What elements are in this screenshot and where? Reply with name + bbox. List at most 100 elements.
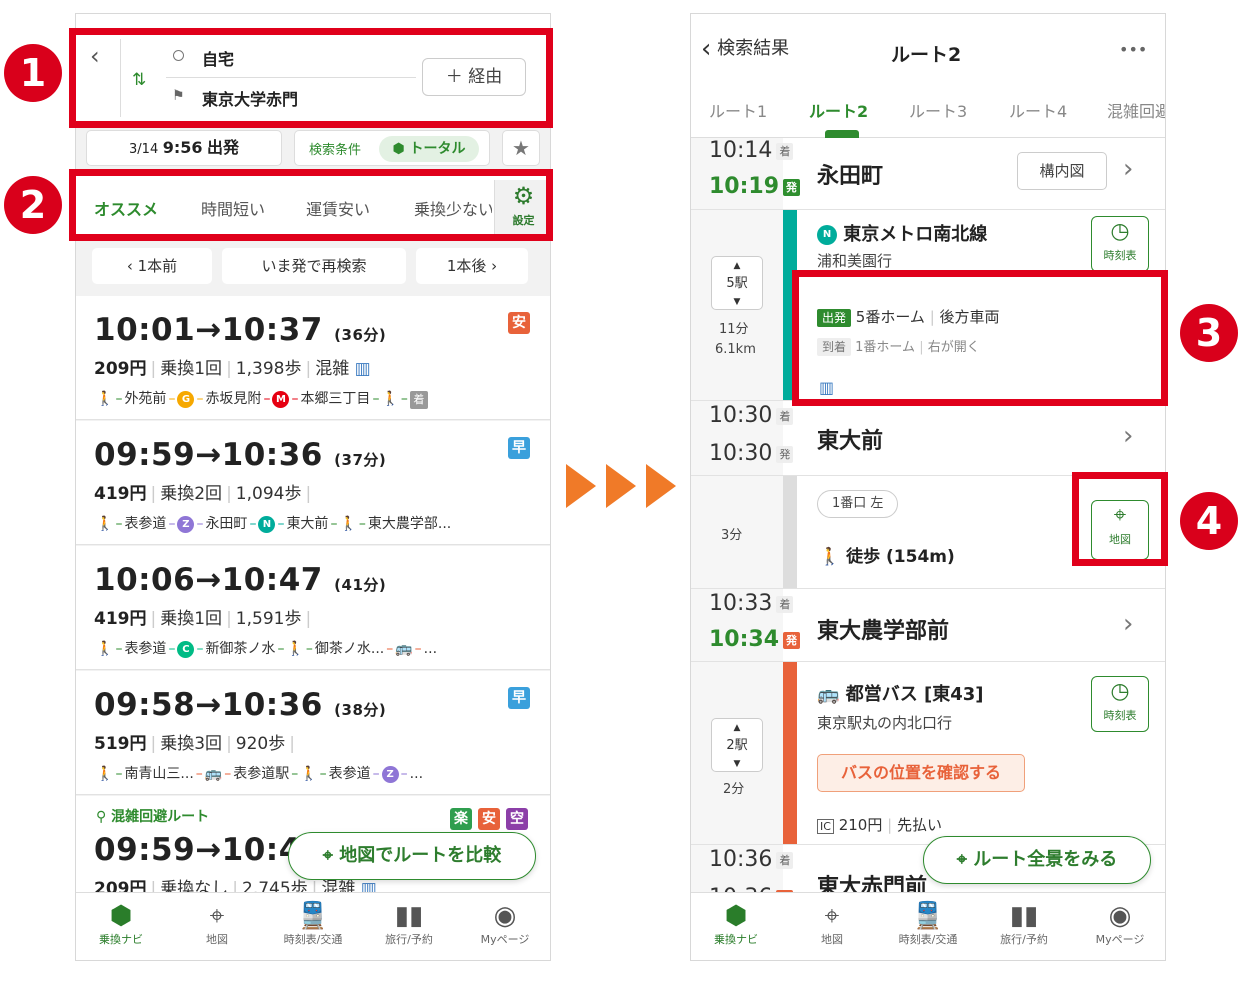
- tab-recommended[interactable]: オススメ: [94, 196, 158, 220]
- timetable-icon: 🚆: [911, 901, 945, 931]
- tab-timetable[interactable]: 🚆 時刻表/交通: [883, 901, 973, 947]
- tab-fewest-transfers[interactable]: 乗換少ない: [414, 196, 492, 220]
- check-bus-location-button[interactable]: バスの位置を確認する: [817, 754, 1025, 792]
- tab-map[interactable]: ⌖ 地図: [172, 901, 262, 947]
- page-title: ルート2: [891, 44, 962, 66]
- tab-travel[interactable]: ▮▮ 旅行/予約: [364, 901, 454, 947]
- walk-icon: 🚶: [96, 516, 114, 532]
- walk-icon: 🚶: [96, 391, 114, 407]
- tab-map[interactable]: ⌖ 地図: [787, 901, 877, 947]
- marker-4: 4: [1180, 492, 1238, 550]
- walk-icon: 🚶: [286, 641, 304, 657]
- swap-icon[interactable]: ⇅: [132, 70, 146, 90]
- origin-field[interactable]: 自宅: [202, 46, 234, 70]
- prev-train-button[interactable]: ‹ 1本前: [92, 248, 212, 284]
- route-path: 🚶 – 南青山三... – 🚌 – 表参道駅 – 🚶 – 表参道 – Z –...: [96, 765, 424, 783]
- clock-icon: ◷: [1110, 679, 1130, 704]
- search-condition-button[interactable]: 検索条件 ⬢ トータル: [294, 130, 490, 166]
- route-times: 09:58→10:36 (38分): [94, 687, 387, 723]
- via-button[interactable]: ＋ 経由: [422, 58, 526, 96]
- timetable-button[interactable]: ◷ 時刻表: [1091, 216, 1149, 272]
- tab-avoid-crowd[interactable]: 混雑回避: [1107, 98, 1165, 122]
- tab-route3[interactable]: ルート3: [909, 98, 967, 122]
- stations-stepper[interactable]: ▲ 5駅 ▼: [711, 256, 763, 310]
- route-times: 10:01→10:37 (36分): [94, 312, 387, 348]
- bus-fare: IC 210円 | 先払い: [817, 814, 942, 835]
- compare-on-map-button[interactable]: ⌖ 地図でルートを比較: [288, 832, 536, 880]
- research-now-button[interactable]: いま発で再検索: [222, 248, 406, 284]
- arrows-icon: [566, 464, 676, 508]
- depart-time-button[interactable]: 3/14 9:56 出発: [86, 130, 282, 166]
- route-card-3[interactable]: 10:06→10:47 (41分) 419円 | 乗換1回 | 1,591歩 | 🚶 – 表参…: [76, 546, 550, 670]
- transit-navi-icon: ⬢: [109, 901, 133, 931]
- bus-icon: 🚌: [817, 684, 840, 705]
- ticket-icon: ▮▮: [1009, 901, 1039, 931]
- next-train-button[interactable]: 1本後 ›: [416, 248, 528, 284]
- route-fare: 419円 | 乗換2回 | 1,094歩 |: [94, 484, 312, 504]
- ticket-icon: ▮▮: [394, 901, 424, 931]
- back-icon[interactable]: ‹: [90, 42, 100, 70]
- route-fare: 519円 | 乗換3回 | 920歩 |: [94, 734, 295, 754]
- route-fare: 419円 | 乗換1回 | 1,591歩 |: [94, 609, 312, 629]
- destination-field[interactable]: 東京大学赤門: [202, 86, 298, 110]
- tab-travel[interactable]: ▮▮ 旅行/予約: [979, 901, 1069, 947]
- settings-button[interactable]: ⚙ 設定: [494, 180, 550, 234]
- search-header: ‹ ⇅ 自宅 ⚑ 東京大学赤門 ＋ 経由: [76, 14, 550, 126]
- station-row-nagatacho[interactable]: 10:14 着 10:19 発 永田町 構内図 ›: [691, 138, 1165, 210]
- fast-badge: 早: [508, 687, 530, 709]
- segment-bus: ▲ 2駅 ▼ 2分 🚌 都営バス [東43] 東京駅丸の内北口行 ◷ 時刻表 バスの位…: [691, 662, 1165, 844]
- stations-stepper[interactable]: ▲ 2駅 ▼: [711, 718, 763, 772]
- hanzomon-line-icon: Z: [177, 515, 195, 533]
- tab-cheapest[interactable]: 運賃安い: [306, 196, 370, 220]
- route-fare: 209円 | 乗換1回 | 1,398歩 | 混雑 ▥: [94, 359, 371, 379]
- route-card-2[interactable]: 09:59→10:36 (37分) 早 419円 | 乗換2回 | 1,094歩 | 🚶 –…: [76, 421, 550, 545]
- station-map-button[interactable]: 構内図: [1017, 152, 1107, 190]
- origin-dot-icon: [173, 50, 184, 61]
- walk-icon: 🚶: [96, 641, 114, 657]
- arrival-mark: 着: [409, 391, 428, 409]
- bus-name: 🚌 都営バス [東43]: [817, 684, 984, 705]
- segment-walk: 3分 1番口 左 🚶 徒歩 (154m) ⌖ 地図: [691, 476, 1165, 588]
- chevron-right-icon: ›: [1123, 154, 1134, 184]
- view-full-route-button[interactable]: ⌖ ルート全景をみる: [923, 836, 1151, 884]
- bus-icon: 🚌: [395, 641, 413, 657]
- map-pin-icon: ⌖: [1113, 503, 1127, 528]
- walk-icon: 🚶: [381, 391, 399, 407]
- user-icon: ◉: [493, 901, 517, 931]
- walk-map-button[interactable]: ⌖ 地図: [1091, 500, 1149, 560]
- cheap-badge: 安: [508, 312, 530, 334]
- tab-fastest[interactable]: 時間短い: [201, 196, 265, 220]
- bottom-tab-bar: ⬢ 乗換ナビ ⌖ 地図 🚆 時刻表/交通 ▮▮ 旅行/予約 ◉ Myページ: [76, 892, 550, 960]
- tab-route2[interactable]: ルート2: [809, 98, 868, 122]
- tab-timetable[interactable]: 🚆 時刻表/交通: [268, 901, 358, 947]
- station-row-todaimae[interactable]: 10:30 着 10:30 発 東大前 ›: [691, 400, 1165, 476]
- location-pin-icon: ⚲: [96, 809, 107, 825]
- chevron-right-icon: ›: [486, 257, 498, 275]
- flag-icon: ⚑: [172, 88, 185, 104]
- clock-icon: ◷: [1110, 219, 1130, 244]
- route-card-1[interactable]: 10:01→10:37 (36分) 安 209円 | 乗換1回 | 1,398歩 | 混雑 …: [76, 296, 550, 420]
- exit-tag: 1番口 左: [817, 490, 899, 518]
- tab-route4[interactable]: ルート4: [1009, 98, 1067, 122]
- route-path: 🚶 – 表参道 – C – 新御茶ノ水 – 🚶 – 御茶ノ水... – 🚌 –...: [96, 640, 438, 658]
- tab-route1[interactable]: ルート1: [709, 98, 767, 122]
- chiyoda-line-icon: C: [177, 640, 195, 658]
- namboku-line-icon: N: [817, 225, 837, 245]
- chevron-left-icon: ‹: [701, 34, 712, 64]
- tab-transit-navi[interactable]: ⬢ 乗換ナビ: [691, 901, 781, 947]
- station-row-nougakubu[interactable]: 10:33 着 10:34 発 東大農学部前 ›: [691, 588, 1165, 662]
- route-path: 🚶 – 表参道 – Z – 永田町 – N – 東大前 – 🚶 – 東大農学部...: [96, 515, 452, 533]
- vacant-badge: 空: [506, 808, 528, 830]
- tab-mypage[interactable]: ◉ Myページ: [1075, 901, 1165, 947]
- chevron-right-icon: ›: [1123, 421, 1134, 451]
- tab-transit-navi[interactable]: ⬢ 乗換ナビ: [76, 901, 166, 947]
- timetable-button[interactable]: ◷ 時刻表: [1091, 676, 1149, 732]
- route-card-4[interactable]: 09:58→10:36 (38分) 早 519円 | 乗換3回 | 920歩 | 🚶 – 南青…: [76, 671, 550, 795]
- marker-1: 1: [4, 44, 62, 102]
- favorite-star-icon[interactable]: ★: [502, 130, 540, 166]
- more-icon[interactable]: •••: [1119, 40, 1147, 59]
- back-to-results-button[interactable]: ‹ 検索結果: [701, 34, 789, 64]
- segment-namboku: ▲ 5駅 ▼ 11分 6.1km N 東京メトロ南北線 浦和美園行 ◷ 時刻表 出発 …: [691, 210, 1165, 400]
- tab-mypage[interactable]: ◉ Myページ: [460, 901, 550, 947]
- chevron-right-icon: ›: [1123, 609, 1134, 639]
